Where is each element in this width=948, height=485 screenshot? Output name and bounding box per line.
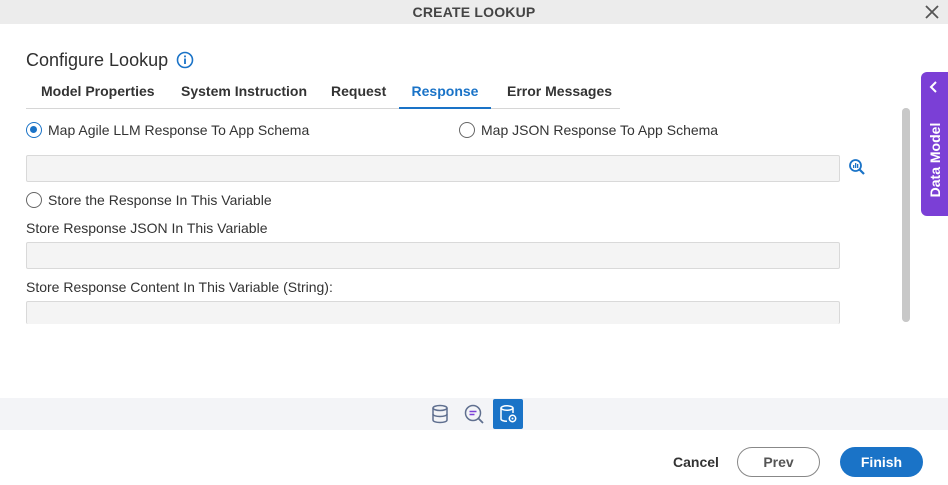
radio-button-selected[interactable] <box>26 122 42 138</box>
lookup-search-icon[interactable] <box>848 158 866 176</box>
radio-label: Store the Response In This Variable <box>48 192 272 208</box>
tab-response[interactable]: Response <box>399 76 491 109</box>
store-content-label: Store Response Content In This Variable … <box>26 279 333 295</box>
radio-label: Map JSON Response To App Schema <box>481 122 719 138</box>
database-settings-icon[interactable] <box>493 399 523 429</box>
tab-request[interactable]: Request <box>331 76 386 109</box>
close-icon[interactable] <box>922 2 942 22</box>
store-json-label: Store Response JSON In This Variable <box>26 220 268 236</box>
tab-model-properties[interactable]: Model Properties <box>41 76 155 109</box>
database-icon[interactable] <box>425 399 455 429</box>
radio-button[interactable] <box>459 122 475 138</box>
radio-map-agile-llm[interactable]: Map Agile LLM Response To App Schema <box>26 122 309 138</box>
info-icon[interactable] <box>176 51 194 69</box>
data-model-panel-toggle[interactable]: Data Model <box>921 72 948 216</box>
store-content-field[interactable] <box>26 301 840 324</box>
radio-map-json[interactable]: Map JSON Response To App Schema <box>459 122 718 138</box>
dialog-titlebar: CREATE LOOKUP <box>0 0 948 24</box>
cancel-button[interactable]: Cancel <box>664 447 728 477</box>
chevron-left-icon <box>929 81 937 93</box>
radio-label: Map Agile LLM Response To App Schema <box>48 122 310 138</box>
radio-button[interactable] <box>26 192 42 208</box>
vertical-scrollbar[interactable] <box>902 108 910 322</box>
prev-button[interactable]: Prev <box>737 447 820 477</box>
data-model-label: Data Model <box>926 122 943 198</box>
dialog-title: CREATE LOOKUP <box>412 4 536 20</box>
bottom-toolbar <box>0 398 948 430</box>
radio-store-response[interactable]: Store the Response In This Variable <box>26 192 272 208</box>
page-title: Configure Lookup <box>26 50 169 70</box>
tab-bar: Model Properties System Instruction Requ… <box>26 76 620 109</box>
tab-system-instruction[interactable]: System Instruction <box>181 76 307 109</box>
finish-button[interactable]: Finish <box>840 447 923 477</box>
schema-field[interactable] <box>26 155 840 182</box>
scrollbar-thumb[interactable] <box>902 108 910 322</box>
tab-error-messages[interactable]: Error Messages <box>507 76 612 109</box>
chat-search-icon[interactable] <box>459 399 489 429</box>
store-json-field[interactable] <box>26 242 840 269</box>
